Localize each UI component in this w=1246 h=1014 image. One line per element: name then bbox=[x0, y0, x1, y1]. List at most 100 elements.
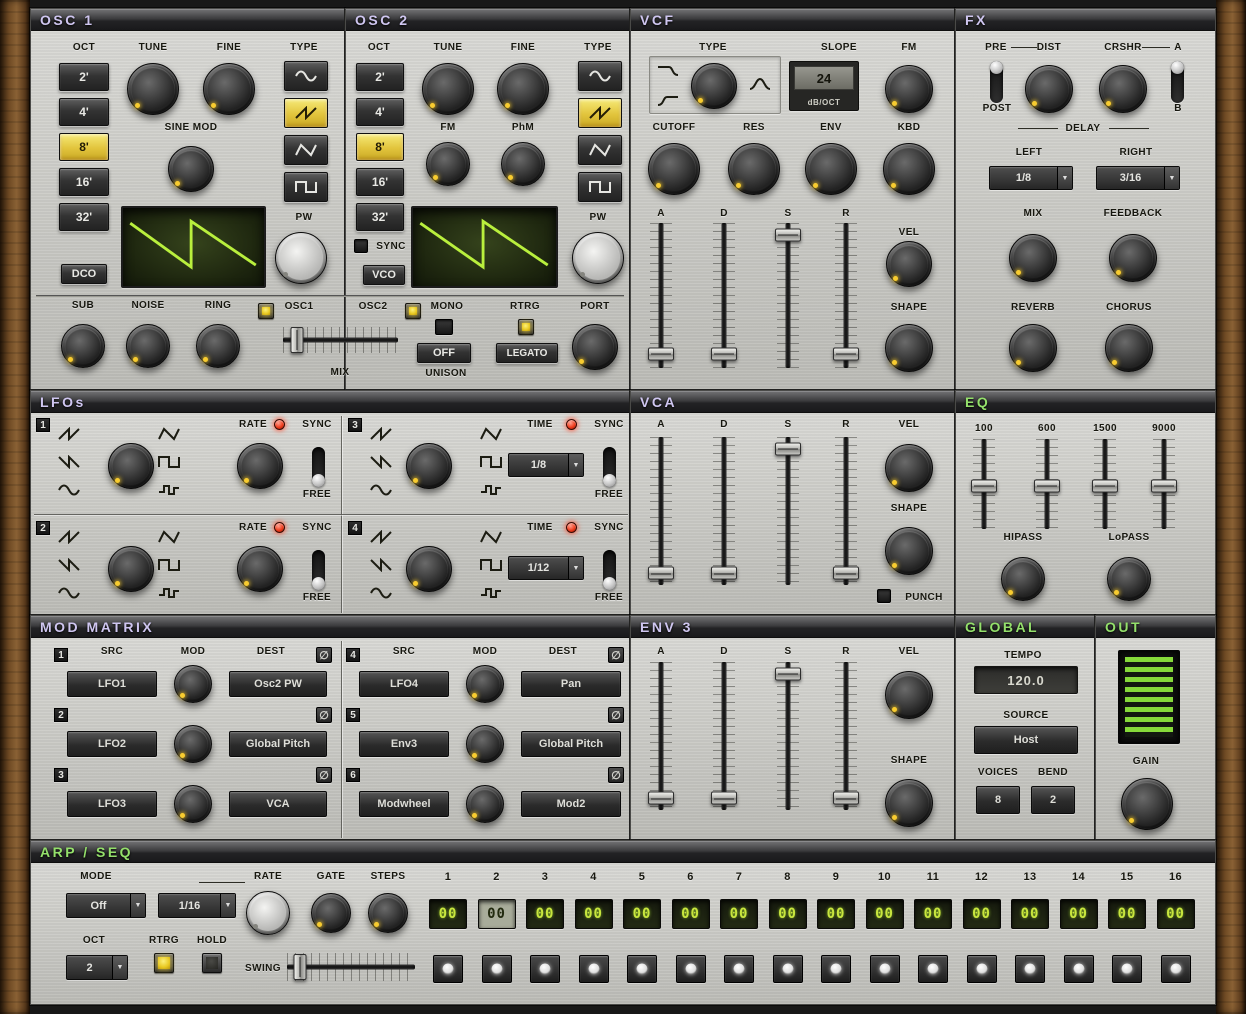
osc2-type-square-button[interactable] bbox=[578, 172, 622, 202]
mod-slot-5-dest-button[interactable]: Global Pitch bbox=[521, 731, 621, 757]
tempo-display[interactable]: 120.0 bbox=[974, 666, 1078, 694]
arp-step-display[interactable]: 00 bbox=[914, 899, 952, 929]
arp-step-display[interactable]: 00 bbox=[1108, 899, 1146, 929]
eq-band-1500-slider[interactable] bbox=[1094, 439, 1116, 529]
arp-step-display[interactable]: 00 bbox=[1060, 899, 1098, 929]
arp-step-display[interactable]: 00 bbox=[526, 899, 564, 929]
osc2-type-saw-button[interactable] bbox=[578, 98, 622, 128]
arp-step-display[interactable]: 00 bbox=[623, 899, 661, 929]
bend-button[interactable]: 2 bbox=[1031, 786, 1075, 814]
arp-step-button[interactable] bbox=[773, 955, 803, 983]
lfo2-rate-knob[interactable] bbox=[237, 546, 283, 592]
eq-band-600-slider[interactable] bbox=[1036, 439, 1058, 529]
vca-release-slider[interactable] bbox=[835, 437, 857, 585]
vca-shape-knob[interactable] bbox=[885, 527, 933, 575]
slope-value[interactable]: 24 bbox=[794, 66, 854, 90]
env3-release-slider[interactable] bbox=[835, 662, 857, 810]
mod-slot-3-amount-knob[interactable] bbox=[174, 785, 212, 823]
arp-step-button[interactable] bbox=[724, 955, 754, 983]
arp-step-display[interactable]: 00 bbox=[1157, 899, 1195, 929]
lfo4-sync-free-toggle[interactable] bbox=[603, 550, 616, 590]
arp-step-button[interactable] bbox=[1015, 955, 1045, 983]
arp-oct-select[interactable]: 2▼ bbox=[66, 955, 128, 980]
osc2-oct-32-button[interactable]: 32' bbox=[356, 203, 404, 231]
arp-step-button[interactable] bbox=[1161, 955, 1191, 983]
mono-button[interactable] bbox=[435, 319, 453, 335]
lopass-knob[interactable] bbox=[1107, 557, 1151, 601]
slope-selector[interactable]: 24 dB/OCT bbox=[789, 61, 859, 111]
env3-sustain-slider[interactable] bbox=[777, 662, 799, 810]
lfo4-shape-knob[interactable] bbox=[406, 546, 452, 592]
unison-off-button[interactable]: OFF bbox=[417, 343, 471, 363]
lfo2-sync-free-toggle[interactable] bbox=[312, 550, 325, 590]
mod-slot-2-source-button[interactable]: LFO2 bbox=[67, 731, 157, 757]
osc2-oct-8-button[interactable]: 8' bbox=[356, 133, 404, 161]
port-knob[interactable] bbox=[572, 324, 618, 370]
arp-step-display[interactable]: 00 bbox=[478, 899, 516, 929]
lfo3-shape-knob[interactable] bbox=[406, 443, 452, 489]
mod-slot-1-source-button[interactable]: LFO1 bbox=[67, 671, 157, 697]
osc2-pw-knob[interactable] bbox=[572, 232, 624, 284]
chevron-down-icon[interactable]: ▼ bbox=[130, 894, 145, 917]
legato-button[interactable]: LEGATO bbox=[496, 343, 558, 363]
arp-rtrg-led-button[interactable] bbox=[154, 953, 174, 973]
mod-slot-4-dest-button[interactable]: Pan bbox=[521, 671, 621, 697]
slider-handle[interactable] bbox=[648, 792, 674, 805]
hipass-knob[interactable] bbox=[1001, 557, 1045, 601]
osc-mix-slider[interactable] bbox=[283, 327, 398, 353]
cutoff-knob[interactable] bbox=[648, 143, 700, 195]
mod-slot-3-bypass-button[interactable]: ∅ bbox=[316, 767, 332, 783]
osc1-fine-knob[interactable] bbox=[203, 63, 255, 115]
osc1-oct-16-button[interactable]: 16' bbox=[59, 168, 109, 196]
chevron-down-icon[interactable]: ▼ bbox=[568, 454, 583, 476]
slider-handle[interactable] bbox=[775, 442, 801, 455]
env-knob[interactable] bbox=[805, 143, 857, 195]
mod-slot-1-amount-knob[interactable] bbox=[174, 665, 212, 703]
mod-slot-2-dest-button[interactable]: Global Pitch bbox=[229, 731, 327, 757]
slider-handle[interactable] bbox=[711, 567, 737, 580]
mod-slot-2-bypass-button[interactable]: ∅ bbox=[316, 707, 332, 723]
slider-handle[interactable] bbox=[648, 567, 674, 580]
osc1-oct-2-button[interactable]: 2' bbox=[59, 63, 109, 91]
slider-handle[interactable] bbox=[775, 228, 801, 241]
arp-hold-button[interactable] bbox=[202, 953, 222, 973]
eq-band-9000-slider[interactable] bbox=[1153, 439, 1175, 529]
arp-step-button[interactable] bbox=[530, 955, 560, 983]
punch-checkbox[interactable] bbox=[877, 589, 891, 603]
crshr-ab-toggle[interactable] bbox=[1171, 61, 1184, 103]
osc1-oct-32-button[interactable]: 32' bbox=[59, 203, 109, 231]
slider-handle[interactable] bbox=[971, 479, 997, 492]
osc2-vco-button[interactable]: VCO bbox=[363, 265, 405, 285]
gain-knob[interactable] bbox=[1121, 778, 1173, 830]
delay-mix-knob[interactable] bbox=[1009, 234, 1057, 282]
swing-slider[interactable] bbox=[287, 953, 415, 981]
mod-slot-3-dest-button[interactable]: VCA bbox=[229, 791, 327, 817]
osc2-type-triangle-button[interactable] bbox=[578, 135, 622, 165]
arp-step-button[interactable] bbox=[433, 955, 463, 983]
arp-step-button[interactable] bbox=[967, 955, 997, 983]
lfo2-shape-knob[interactable] bbox=[108, 546, 154, 592]
mod-slot-3-source-button[interactable]: LFO3 bbox=[67, 791, 157, 817]
vca-vel-knob[interactable] bbox=[885, 444, 933, 492]
vca-sustain-slider[interactable] bbox=[777, 437, 799, 585]
osc1-tune-knob[interactable] bbox=[127, 63, 179, 115]
dist-knob[interactable] bbox=[1025, 65, 1073, 113]
arp-step-display[interactable]: 00 bbox=[575, 899, 613, 929]
chevron-down-icon[interactable]: ▼ bbox=[1057, 167, 1072, 189]
sub-knob[interactable] bbox=[61, 324, 105, 368]
osc1-type-saw-button[interactable] bbox=[284, 98, 328, 128]
lfo4-time-select[interactable]: 1/12▼ bbox=[508, 556, 584, 580]
osc2-oct-2-button[interactable]: 2' bbox=[356, 63, 404, 91]
arp-step-display[interactable]: 00 bbox=[769, 899, 807, 929]
mod-slot-6-source-button[interactable]: Modwheel bbox=[359, 791, 449, 817]
arp-step-display[interactable]: 00 bbox=[429, 899, 467, 929]
slider-handle[interactable] bbox=[711, 347, 737, 360]
kbd-knob[interactable] bbox=[883, 143, 935, 195]
vca-decay-slider[interactable] bbox=[713, 437, 735, 585]
mod-slot-6-dest-button[interactable]: Mod2 bbox=[521, 791, 621, 817]
env3-vel-knob[interactable] bbox=[885, 671, 933, 719]
chevron-down-icon[interactable]: ▼ bbox=[112, 956, 127, 979]
chevron-down-icon[interactable]: ▼ bbox=[220, 894, 235, 917]
osc1-dco-button[interactable]: DCO bbox=[61, 264, 107, 284]
slider-handle[interactable] bbox=[293, 954, 306, 980]
